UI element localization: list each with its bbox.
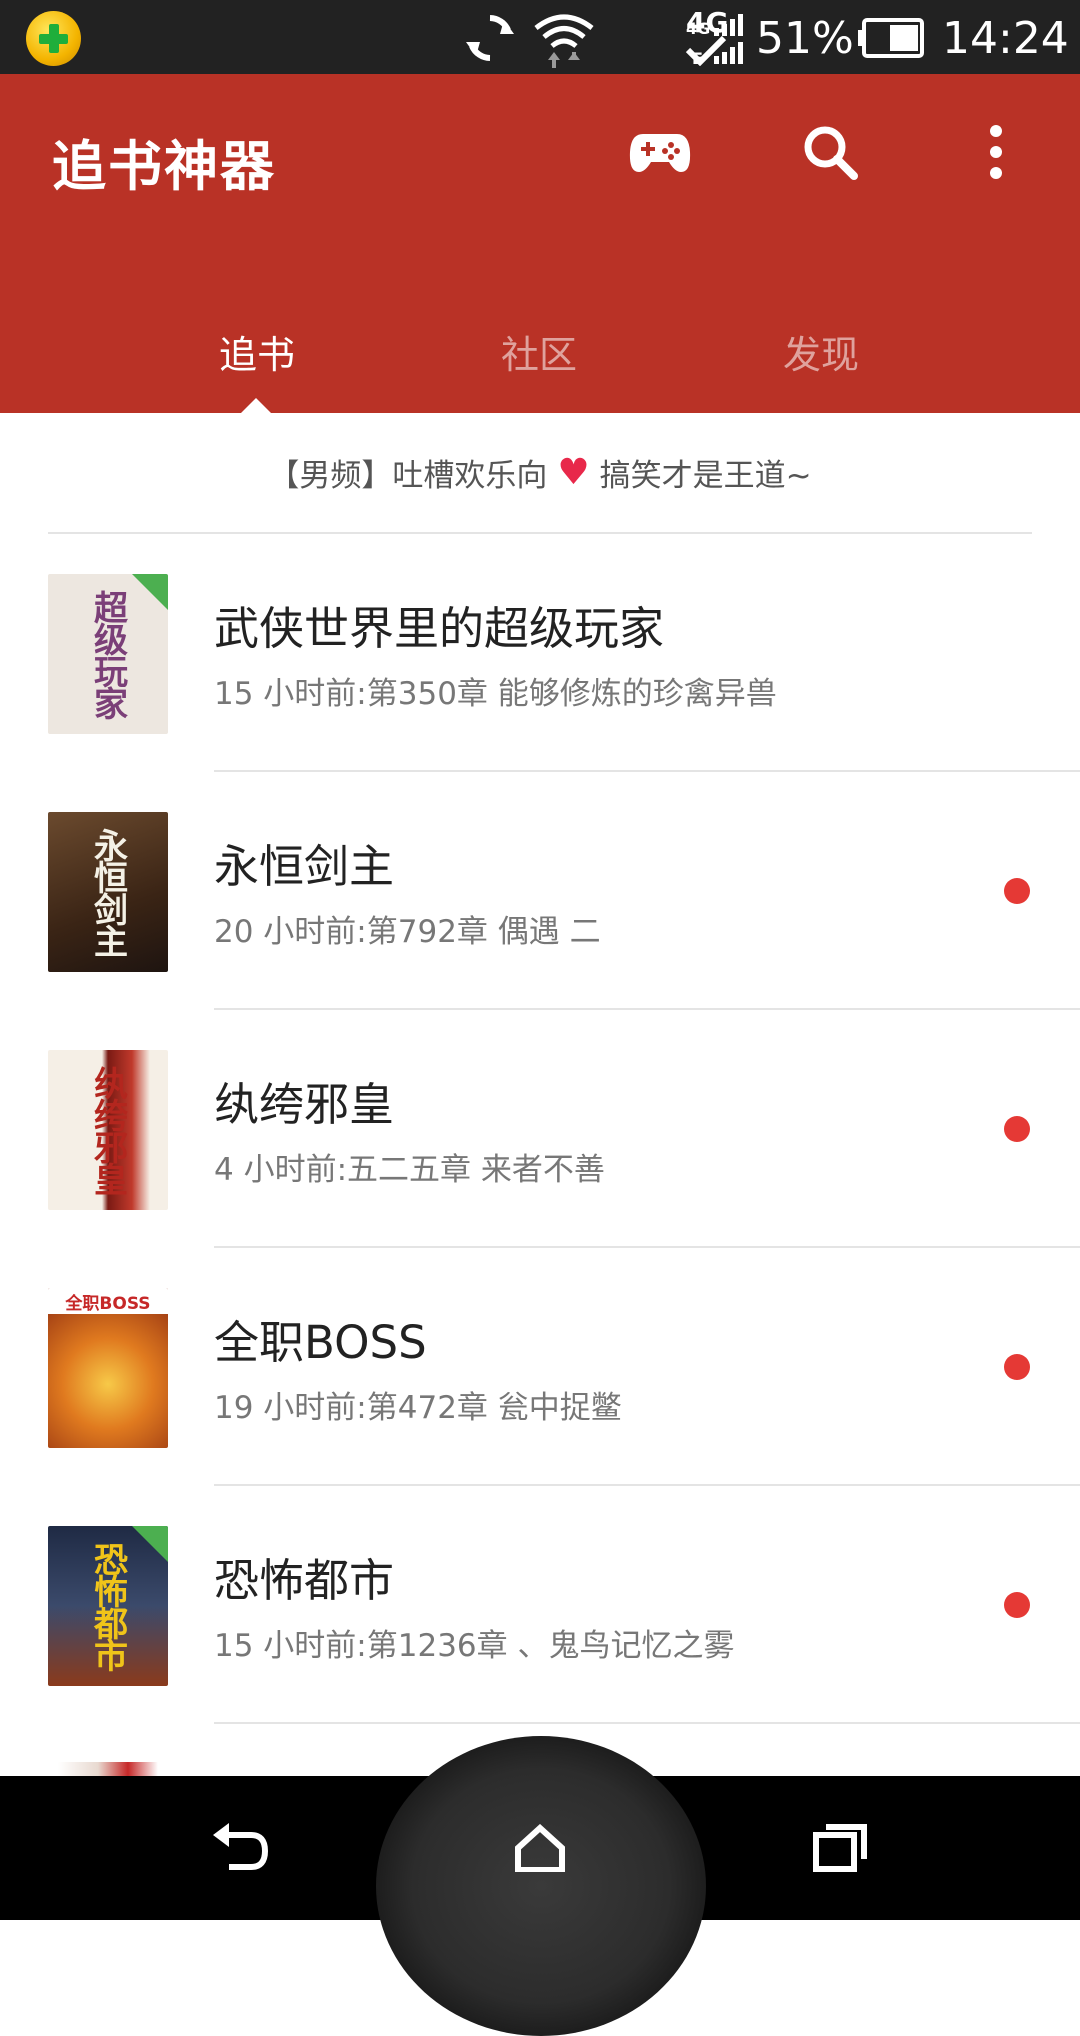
unread-dot — [1004, 1354, 1030, 1380]
divider — [214, 1722, 1080, 1724]
clock: 14:24 — [942, 13, 1069, 64]
unread-dot — [1004, 878, 1030, 904]
partial-book-cover — [48, 1762, 168, 1776]
book-title: 永恒剑主 — [214, 840, 395, 893]
book-cover: 超级玩家 — [48, 574, 168, 734]
tab-zhuishu[interactable]: 追书 — [157, 289, 357, 413]
list-item[interactable]: 永恒剑主 永恒剑主 20 小时前:第792章 偶遇 二 — [0, 772, 1080, 1010]
battery-percent: 51% — [756, 13, 854, 64]
book-update: 19 小时前:第472章 瓮中捉鳖 — [214, 1390, 622, 1426]
signal-bars: 4G E — [684, 14, 744, 68]
sync-icon — [462, 10, 518, 66]
book-cover: 永恒剑主 — [48, 812, 168, 972]
book-update: 4 小时前:五二五章 来者不善 — [214, 1152, 605, 1188]
wifi-icon — [532, 10, 596, 68]
back-icon[interactable] — [190, 1798, 290, 1898]
promo-text-before: 【男频】吐槽欢乐向 — [268, 458, 548, 494]
promo-banner[interactable]: 【男频】吐槽欢乐向 ♥ 搞笑才是王道~ — [48, 413, 1032, 534]
home-icon[interactable] — [490, 1798, 590, 1898]
unread-dot — [1004, 1116, 1030, 1142]
status-bar: 4G 4G E 51% 14:24 — [0, 0, 1080, 74]
list-item[interactable]: 恐怖都市 恐怖都市 15 小时前:第1236章 、鬼鸟记忆之雾 — [0, 1486, 1080, 1724]
search-icon[interactable] — [792, 114, 868, 190]
list-item[interactable]: 超级玩家 武侠世界里的超级玩家 15 小时前:第350章 能够修炼的珍禽异兽 — [0, 534, 1080, 772]
book-update: 20 小时前:第792章 偶遇 二 — [214, 914, 601, 950]
svg-text:E: E — [692, 49, 703, 68]
list-item[interactable]: 全职BOSS 全职BOSS 19 小时前:第472章 瓮中捉鳖 — [0, 1248, 1080, 1486]
battery-icon — [858, 18, 926, 74]
book-update: 15 小时前:第1236章 、鬼鸟记忆之雾 — [214, 1628, 735, 1664]
app-360-icon — [26, 11, 81, 66]
book-update: 15 小时前:第350章 能够修炼的珍禽异兽 — [214, 676, 777, 712]
book-title: 全职BOSS — [214, 1316, 427, 1369]
tab-faxian[interactable]: 发现 — [721, 289, 921, 413]
tab-bar: 追书 社区 发现 — [0, 289, 1080, 413]
app-title: 追书神器 — [52, 135, 276, 198]
nav-bar — [0, 1736, 1080, 2036]
promo-text-after: 搞笑才是王道~ — [599, 458, 812, 494]
book-cover: 全职BOSS — [48, 1288, 168, 1448]
svg-text:4G: 4G — [686, 19, 710, 38]
book-title: 恐怖都市 — [214, 1554, 395, 1607]
book-title: 武侠世界里的超级玩家 — [214, 602, 665, 655]
gamepad-icon[interactable] — [622, 114, 698, 190]
book-cover: 纨绔邪皇 — [48, 1050, 168, 1210]
book-cover: 恐怖都市 — [48, 1526, 168, 1686]
unread-dot — [1004, 1592, 1030, 1618]
app-header: 追书神器 追书 社区 发现 — [0, 74, 1080, 413]
list-item[interactable]: 纨绔邪皇 纨绔邪皇 4 小时前:五二五章 来者不善 — [0, 1010, 1080, 1248]
recents-icon[interactable] — [790, 1798, 890, 1898]
book-title: 纨绔邪皇 — [214, 1078, 395, 1131]
more-vert-icon[interactable] — [958, 114, 1034, 190]
active-tab-indicator — [241, 398, 271, 413]
tab-shequ[interactable]: 社区 — [439, 289, 639, 413]
heart-icon: ♥ — [557, 452, 590, 493]
